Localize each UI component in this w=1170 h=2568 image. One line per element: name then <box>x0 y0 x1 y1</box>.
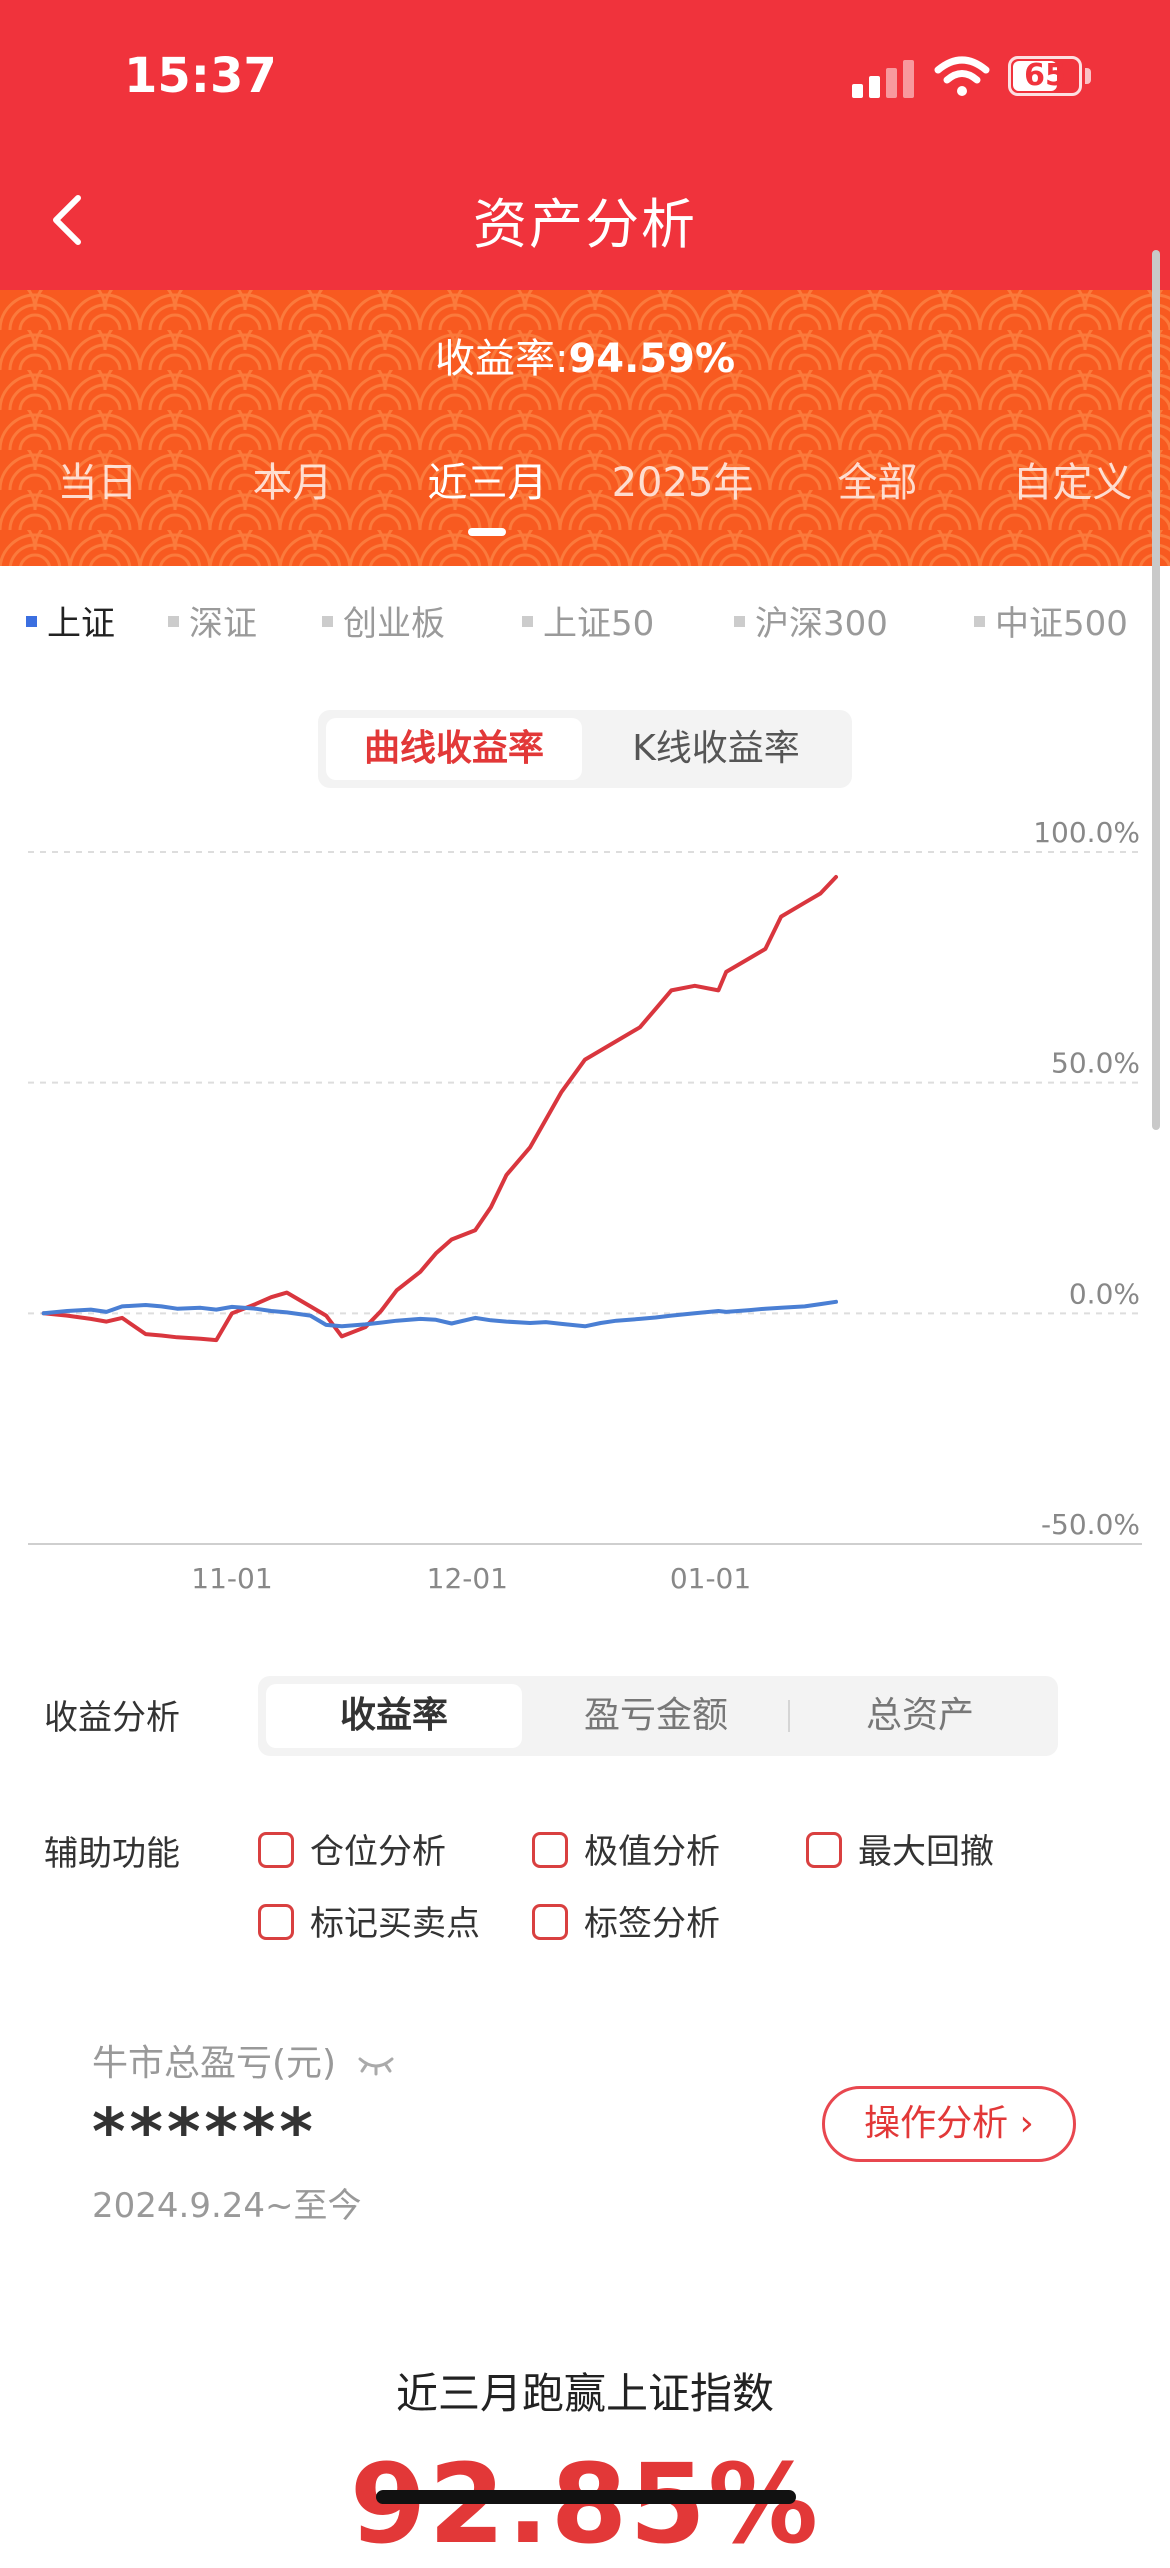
assist-label: 辅助功能 <box>44 1834 180 1874</box>
yield-summary: 收益率:94.59% <box>0 326 1170 384</box>
yield-banner: 收益率:94.59% 当日 本月 近三月 2025年 全部 自定义 <box>0 290 1170 566</box>
battery-tip <box>1085 68 1091 84</box>
x-tick-label: 11-01 <box>191 1562 272 1595</box>
checkbox-icon <box>532 1903 568 1940</box>
index-sh[interactable]: 上证 <box>26 596 115 645</box>
y-tick-label: 100.0% <box>1033 816 1140 849</box>
curve-yield-option[interactable]: 曲线收益率 <box>326 718 582 780</box>
tab-custom[interactable]: 自定义 <box>975 450 1170 508</box>
status-time: 15:37 <box>124 48 277 104</box>
analysis-label: 收益分析 <box>44 1698 180 1738</box>
y-tick-label: 50.0% <box>1051 1047 1140 1080</box>
period-tabs: 当日 本月 近三月 2025年 全部 自定义 <box>0 450 1170 530</box>
pnl-date-range: 2024.9.24~至今 <box>92 2186 362 2226</box>
pnl-amount-option[interactable]: 盈亏金额 <box>528 1684 784 1748</box>
portfolio-yield-line <box>41 875 838 1343</box>
tab-last-three-months[interactable]: 近三月 <box>390 450 585 508</box>
legend-square-icon <box>734 616 745 627</box>
scrollbar[interactable] <box>1152 250 1160 1130</box>
x-tick-label: 12-01 <box>427 1562 508 1595</box>
legend-square-icon <box>522 616 533 627</box>
pnl-value-masked: ****** <box>92 2096 317 2170</box>
nav-bar: 资产分析 <box>0 150 1170 290</box>
yield-label: 收益率: <box>434 336 569 382</box>
max-drawdown-checkbox[interactable]: 最大回撤 <box>806 1824 994 1873</box>
index-zz500[interactable]: 中证500 <box>974 596 1128 645</box>
tab-all[interactable]: 全部 <box>780 450 975 508</box>
analysis-toggle: 收益率 盈亏金额 总资产 <box>258 1676 1058 1756</box>
checkbox-icon <box>258 1903 294 1940</box>
yield-option[interactable]: 收益率 <box>266 1684 522 1748</box>
legend-square-icon <box>974 616 985 627</box>
extreme-analysis-checkbox[interactable]: 极值分析 <box>532 1824 720 1873</box>
tab-this-month[interactable]: 本月 <box>195 450 390 508</box>
index-sz50[interactable]: 上证50 <box>522 596 654 645</box>
page-title: 资产分析 <box>473 193 697 256</box>
battery-level: 65 <box>1024 58 1066 93</box>
beat-index-label: 近三月跑赢上证指数 <box>395 2369 774 2418</box>
yield-line-chart: 100.0% 50.0% 0.0% -50.0% 11-01 12-01 01-01 <box>28 816 1142 1595</box>
checkbox-label: 标签分析 <box>584 1904 720 1944</box>
checkbox-label: 仓位分析 <box>310 1832 446 1872</box>
y-tick-label: 0.0% <box>1069 1277 1140 1310</box>
checkbox-icon <box>258 1831 294 1868</box>
operation-analysis-button[interactable]: 操作分析 › <box>822 2086 1076 2162</box>
kline-yield-option[interactable]: K线收益率 <box>588 718 844 780</box>
yield-value: 94.59% <box>568 336 736 382</box>
index-label: 上证50 <box>543 604 655 644</box>
home-indicator[interactable] <box>376 2490 796 2504</box>
index-label: 沪深300 <box>755 604 888 644</box>
battery-icon: 65 <box>1008 56 1082 96</box>
checkbox-icon <box>806 1831 842 1868</box>
eye-closed-icon[interactable] <box>356 2053 396 2077</box>
beat-index-value: 92.85% <box>349 2440 821 2568</box>
index-label: 中证500 <box>995 604 1128 644</box>
tab-today[interactable]: 当日 <box>0 450 195 508</box>
pnl-label: 牛市总盈亏(元) <box>92 2043 337 2084</box>
legend-square-icon <box>168 616 179 627</box>
chart-mode-toggle: 曲线收益率 K线收益率 <box>318 710 852 788</box>
legend-square-icon <box>322 616 333 627</box>
tab-2025[interactable]: 2025年 <box>585 450 780 508</box>
legend-square-icon <box>26 616 37 627</box>
checkbox-label: 标记买卖点 <box>310 1904 480 1944</box>
mark-trades-checkbox[interactable]: 标记买卖点 <box>258 1896 480 1945</box>
index-hs300[interactable]: 沪深300 <box>734 596 888 645</box>
y-tick-label: -50.0% <box>1041 1508 1140 1541</box>
tag-analysis-checkbox[interactable]: 标签分析 <box>532 1896 720 1945</box>
index-label: 创业板 <box>343 604 445 644</box>
index-selector: 上证 深证 创业板 上证50 沪深300 中证500 <box>0 596 1170 656</box>
checkbox-icon <box>532 1831 568 1868</box>
index-label: 深证 <box>189 604 257 644</box>
index-sz[interactable]: 深证 <box>168 596 257 645</box>
wifi-icon <box>934 56 990 96</box>
signal-icon <box>852 58 916 98</box>
pnl-label-row: 牛市总盈亏(元) <box>92 2034 396 2086</box>
index-label: 上证 <box>47 604 115 644</box>
index-cyb[interactable]: 创业板 <box>322 596 445 645</box>
checkbox-label: 极值分析 <box>584 1832 720 1872</box>
active-tab-indicator <box>468 528 506 536</box>
position-analysis-checkbox[interactable]: 仓位分析 <box>258 1824 446 1873</box>
total-assets-option[interactable]: 总资产 <box>790 1684 1050 1748</box>
status-bar: 15:37 65 <box>0 0 1170 150</box>
x-tick-label: 01-01 <box>670 1562 751 1595</box>
checkbox-label: 最大回撤 <box>858 1832 994 1872</box>
